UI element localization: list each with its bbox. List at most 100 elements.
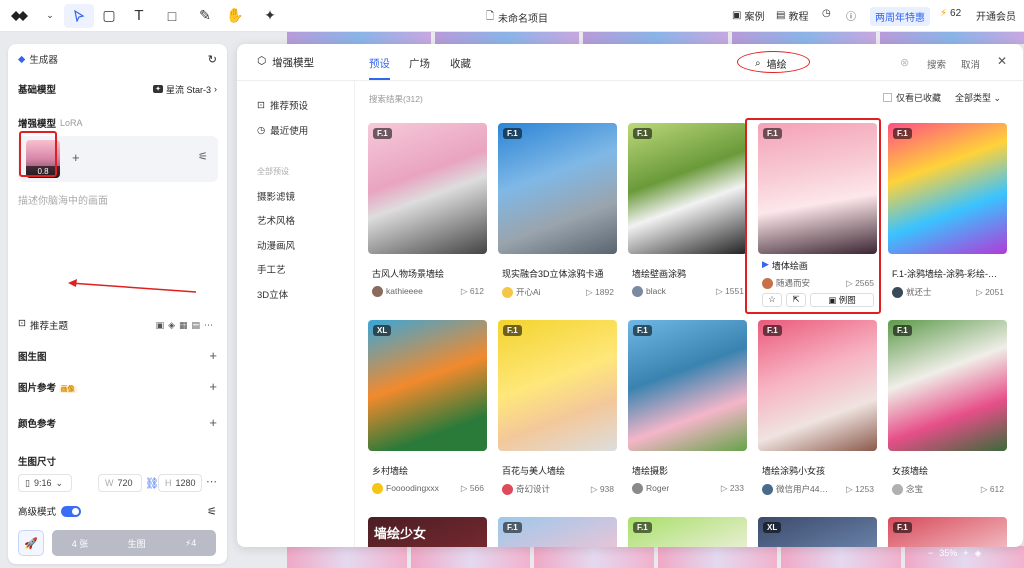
avatar: [762, 484, 773, 496]
tab-favorites[interactable]: 收藏: [450, 56, 471, 71]
search-button[interactable]: 搜索: [927, 57, 946, 71]
color-ref-add-icon[interactable]: +: [209, 415, 217, 430]
model-tag: XL: [373, 325, 392, 336]
highlight-search: [737, 51, 810, 73]
size-label: 生图尺寸: [18, 457, 57, 468]
card-meta: 念宝 ▷ 612: [892, 483, 1004, 496]
chevron-down-icon: ⌄: [55, 477, 64, 488]
enhance-model-dialog: ⬡ 增强模型 预设 广场 收藏 ⌕ 墙绘 ⊗ 搜索 取消 ✕ ⊡ 推荐预设 ◷ 最近使用…: [237, 44, 1023, 547]
card-image: F.1: [498, 123, 617, 254]
model-card[interactable]: F.1: [888, 517, 1007, 547]
hd-mode: 高级模式: [18, 504, 82, 518]
enhance-model-label: 增强模型: [18, 119, 57, 130]
points-badge[interactable]: ⚡ 62: [940, 8, 961, 19]
sidebar-item-recommend[interactable]: ⊡ 推荐预设: [257, 98, 308, 113]
generate-bar: 🚀 4 张 生图 ⚡4: [18, 530, 216, 556]
hand-tool-icon[interactable]: ✋: [220, 0, 250, 32]
card-image: XL: [368, 320, 487, 451]
bookmark-icon: ⊡: [257, 99, 265, 111]
card-image: F.1: [368, 123, 487, 254]
ratio-select[interactable]: ▯ 9:16 ⌄: [18, 474, 72, 492]
model-card[interactable]: XL 乡村墙绘 Foooodingxxx ▷ 566: [368, 320, 487, 503]
tab-preset[interactable]: 预设: [369, 56, 390, 80]
avatar: [372, 483, 383, 495]
checkbox-icon: [883, 93, 892, 102]
model-tag: F.1: [763, 325, 782, 336]
sidebar-item-3d[interactable]: 3D立体: [257, 287, 288, 301]
sidebar-item-craft[interactable]: 手工艺: [257, 262, 286, 276]
card-title: 墙绘涂鸦小女孩: [762, 466, 826, 476]
model-card[interactable]: F.1 古风人物场景墙绘 kathieeee ▷ 612: [368, 123, 487, 306]
only-fav-checkbox[interactable]: 仅看已收藏: [883, 91, 941, 104]
shape-tool-icon[interactable]: □: [154, 0, 190, 32]
model-card[interactable]: F.1 百花与美人墙绘 奇幻设计 ▷ 938: [498, 320, 617, 503]
model-card[interactable]: XL: [758, 517, 877, 547]
sidebar-item-recent[interactable]: ◷ 最近使用: [257, 123, 308, 138]
model-card[interactable]: F.1: [628, 517, 747, 547]
select-tool-icon[interactable]: [64, 3, 94, 28]
add-lora-icon[interactable]: +: [72, 150, 80, 165]
text-tool-icon[interactable]: T: [124, 0, 154, 32]
canvas-image-strip: [287, 32, 1024, 44]
chevron-down-icon[interactable]: ⌄: [40, 0, 60, 32]
width-input[interactable]: W 720: [98, 474, 142, 492]
logo-icon[interactable]: [0, 0, 40, 32]
avatar: [372, 286, 383, 298]
more-icon[interactable]: ⋯: [206, 475, 217, 488]
chevron-right-icon: ›: [214, 84, 217, 94]
prompt-input[interactable]: 描述你脑海中的画面: [18, 192, 108, 207]
avatar: [892, 287, 903, 299]
close-icon[interactable]: ✕: [997, 54, 1007, 68]
ai-tool-icon[interactable]: ✦: [250, 0, 290, 32]
zoom-out-icon[interactable]: −: [928, 548, 933, 558]
model-card[interactable]: F.1 墙绘涂鸦小女孩 微信用户44… ▷ 1253: [758, 320, 877, 503]
lightning-icon: ⚡4: [184, 537, 197, 548]
frame-tool-icon[interactable]: ▢: [94, 0, 124, 32]
history-icon[interactable]: ◷: [822, 8, 831, 19]
model-card[interactable]: F.1 墙绘摄影 Roger ▷ 233: [628, 320, 747, 503]
model-card[interactable]: 墙绘少女: [368, 517, 487, 547]
card-image: F.1: [498, 320, 617, 451]
adjust-icon[interactable]: ⚟: [198, 150, 208, 163]
document-title[interactable]: 🗋 未命名项目: [486, 9, 548, 26]
zoom-in-icon[interactable]: +: [963, 548, 968, 558]
img-ref-label: 图片参考 画像: [18, 382, 77, 394]
img-ref-add-icon[interactable]: +: [209, 379, 217, 394]
img2img-add-icon[interactable]: +: [209, 348, 217, 363]
sidebar-item-anime[interactable]: 动漫画风: [257, 238, 295, 252]
settings-icon[interactable]: ⚟: [207, 505, 217, 518]
base-model-select[interactable]: ✦ 星流 Star-3 ›: [153, 83, 217, 96]
anniversary-badge[interactable]: 两周年特惠: [870, 7, 930, 26]
hd-toggle[interactable]: [61, 505, 82, 517]
sidebar-item-photo-filter[interactable]: 摄影滤镜: [257, 189, 295, 203]
pen-tool-icon[interactable]: ✎: [190, 0, 220, 32]
generator-header: ◆ 生成器: [18, 53, 58, 67]
location-icon[interactable]: ◈: [975, 548, 982, 559]
avatar: [632, 483, 643, 495]
card-title: 墙绘摄影: [632, 466, 669, 476]
tab-square[interactable]: 广场: [409, 56, 430, 71]
height-input[interactable]: H 1280: [158, 474, 202, 492]
rocket-icon[interactable]: 🚀: [18, 530, 44, 556]
refresh-icon[interactable]: ↻: [208, 53, 217, 66]
card-title: F.1-涂鸦墙绘-涂鸦-彩绘-…: [892, 269, 997, 279]
cancel-button[interactable]: 取消: [961, 57, 980, 71]
model-card[interactable]: F.1 女孩墙绘 念宝 ▷ 612: [888, 320, 1007, 503]
tutorial-link[interactable]: ▤ 教程: [776, 8, 808, 23]
help-icon[interactable]: ⓘ: [846, 8, 856, 23]
model-card[interactable]: F.1 现实融合3D立体涂鸦卡通 开心Ai ▷ 1892: [498, 123, 617, 306]
cases-link[interactable]: ▣ 案例: [732, 8, 764, 23]
card-image: F.1: [628, 320, 747, 451]
sidebar-item-art-style[interactable]: 艺术风格: [257, 213, 295, 227]
generate-button[interactable]: 4 张 生图 ⚡4: [52, 530, 216, 556]
model-card[interactable]: F.1 F.1-涂鸦墙绘-涂鸦-彩绘-… 就还士 ▷ 2051: [888, 123, 1007, 306]
member-button[interactable]: 开通会员: [976, 8, 1016, 23]
theme-tools[interactable]: ▣◈▦▤⋯: [156, 320, 217, 331]
recommend-theme[interactable]: ⊡ 推荐主题: [18, 318, 68, 332]
link-ratio-icon[interactable]: ⛓: [145, 477, 159, 490]
type-select[interactable]: 全部类型 ⌄: [955, 91, 1001, 104]
model-card[interactable]: F.1 墙绘壁画涂鸦 black ▷ 1551: [628, 123, 747, 306]
model-card[interactable]: F.1: [498, 517, 617, 547]
clear-icon[interactable]: ⊗: [900, 56, 909, 69]
generator-logo-icon: ◆: [18, 53, 26, 65]
